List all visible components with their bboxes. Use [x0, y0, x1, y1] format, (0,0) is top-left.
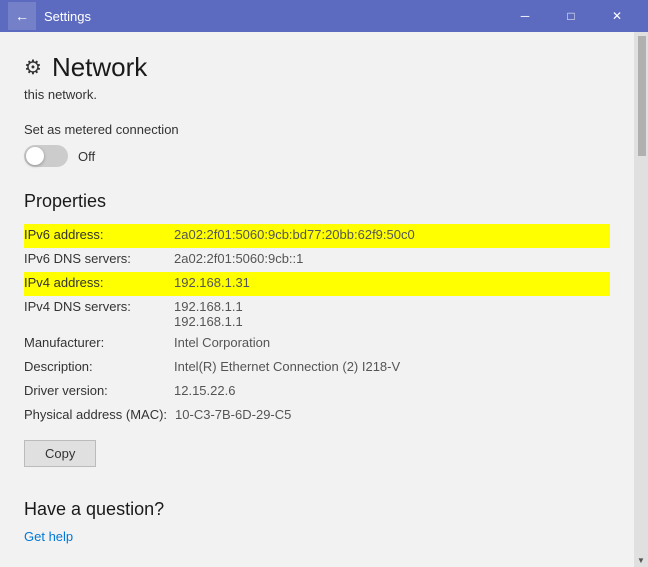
prop-driver-version-key: Driver version:	[24, 383, 174, 398]
prop-ipv6-address-value: 2a02:2f01:5060:9cb:bd77:20bb:62f9:50c0	[174, 227, 415, 242]
prop-driver-version: Driver version: 12.15.22.6	[24, 380, 610, 404]
title-bar-title: Settings	[44, 9, 91, 24]
scrollbar[interactable]: ▲ ▼	[634, 32, 648, 567]
metered-label: Set as metered connection	[24, 122, 610, 137]
maximize-icon: □	[567, 9, 574, 23]
prop-ipv4-dns: IPv4 DNS servers: 192.168.1.1 192.168.1.…	[24, 296, 610, 332]
toggle-label: Off	[78, 149, 95, 164]
page-header: ⚙ Network	[24, 52, 610, 83]
prop-ipv4-dns-value2: 192.168.1.1	[174, 314, 243, 329]
prop-driver-version-value: 12.15.22.6	[174, 383, 235, 398]
main-panel: ⚙ Network this network. Set as metered c…	[0, 32, 634, 567]
title-bar: ← Settings ─ □ ✕	[0, 0, 648, 32]
back-icon: ←	[15, 8, 29, 24]
prop-manufacturer: Manufacturer: Intel Corporation	[24, 332, 610, 356]
properties-title: Properties	[24, 191, 610, 212]
prop-ipv4-dns-value: 192.168.1.1 192.168.1.1	[174, 299, 243, 329]
prop-description: Description: Intel(R) Ethernet Connectio…	[24, 356, 610, 380]
get-help-link[interactable]: Get help	[24, 529, 73, 544]
close-icon: ✕	[612, 9, 622, 23]
toggle-row: Off	[24, 145, 610, 167]
prop-mac: Physical address (MAC): 10-C3-7B-6D-29-C…	[24, 404, 610, 428]
prop-ipv6-dns-key: IPv6 DNS servers:	[24, 251, 174, 266]
metered-toggle[interactable]	[24, 145, 68, 167]
close-button[interactable]: ✕	[594, 0, 640, 32]
prop-ipv6-address: IPv6 address: 2a02:2f01:5060:9cb:bd77:20…	[24, 224, 610, 248]
prop-ipv6-dns-value: 2a02:2f01:5060:9cb::1	[174, 251, 303, 266]
copy-button[interactable]: Copy	[24, 440, 96, 467]
back-button[interactable]: ←	[8, 2, 36, 30]
title-bar-left: ← Settings	[8, 2, 91, 30]
prop-ipv4-address: IPv4 address: 192.168.1.31	[24, 272, 610, 296]
prop-ipv4-dns-key: IPv4 DNS servers:	[24, 299, 174, 314]
prop-ipv6-dns: IPv6 DNS servers: 2a02:2f01:5060:9cb::1	[24, 248, 610, 272]
prop-ipv4-dns-value1: 192.168.1.1	[174, 299, 243, 314]
content-area: ⚙ Network this network. Set as metered c…	[0, 32, 648, 567]
prop-mac-key: Physical address (MAC):	[24, 407, 175, 422]
prop-ipv4-address-value: 192.168.1.31	[174, 275, 250, 290]
scrollbar-thumb[interactable]	[638, 36, 646, 156]
minimize-icon: ─	[521, 9, 530, 23]
network-gear-icon: ⚙	[24, 55, 42, 80]
page-subtitle: this network.	[24, 87, 610, 102]
copy-button-container: Copy	[24, 440, 610, 495]
maximize-button[interactable]: □	[548, 0, 594, 32]
scrollbar-arrow-down[interactable]: ▼	[634, 553, 648, 567]
minimize-button[interactable]: ─	[502, 0, 548, 32]
prop-ipv6-address-key: IPv6 address:	[24, 227, 174, 242]
prop-manufacturer-value: Intel Corporation	[174, 335, 270, 350]
page-title: Network	[52, 52, 147, 83]
prop-description-value: Intel(R) Ethernet Connection (2) I218-V	[174, 359, 400, 374]
prop-mac-value: 10-C3-7B-6D-29-C5	[175, 407, 291, 422]
title-bar-controls: ─ □ ✕	[502, 0, 640, 32]
prop-manufacturer-key: Manufacturer:	[24, 335, 174, 350]
question-title: Have a question?	[24, 499, 610, 520]
prop-ipv4-address-key: IPv4 address:	[24, 275, 174, 290]
prop-description-key: Description:	[24, 359, 174, 374]
toggle-knob	[26, 147, 44, 165]
